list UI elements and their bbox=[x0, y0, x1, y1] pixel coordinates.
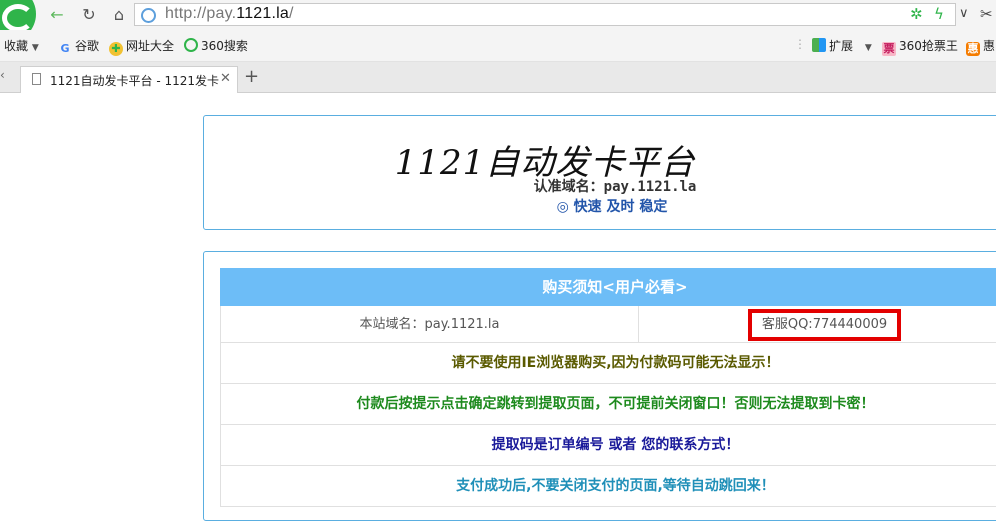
slogan: ◎ 快速 及时 稳定 bbox=[556, 199, 668, 215]
bookmark-google[interactable]: G 谷歌 bbox=[58, 37, 99, 56]
bookmark-nav-site[interactable]: ✚ 网址大全 bbox=[109, 37, 174, 56]
address-bar-row: ← ↻ ⌂ http://pay.1121.la/ ✲ ϟ ∨ ✂ bbox=[0, 0, 996, 42]
tab-bar: ‹ 1121自动发卡平台 - 1121发卡 ✕ bbox=[0, 62, 996, 93]
url-input[interactable]: http://pay.1121.la/ bbox=[134, 3, 956, 26]
verified-domain: 认准域名：pay.1121.la bbox=[533, 179, 697, 195]
tab-title: 1121自动发卡平台 - 1121发卡 bbox=[50, 74, 220, 88]
notice-line-redirect: 付款后按提示点击确定跳转到提取页面，不可提前关闭窗口！否则无法提取到卡密！ bbox=[220, 384, 996, 425]
document-icon bbox=[32, 73, 41, 85]
globe-icon bbox=[141, 8, 156, 23]
service-qq-text: 客服QQ:774440009 bbox=[761, 317, 888, 332]
chevron-down-icon[interactable]: ∨ bbox=[959, 4, 969, 24]
extensions-button[interactable]: 扩展 ▼ bbox=[812, 37, 872, 54]
bookmark-360-search[interactable]: 360搜索 bbox=[184, 37, 248, 54]
close-icon[interactable]: ✕ bbox=[220, 71, 231, 86]
hui-icon: 惠 bbox=[966, 42, 980, 56]
tab-scroll-left-icon[interactable]: ‹ bbox=[0, 68, 5, 82]
lightning-icon[interactable]: ϟ bbox=[934, 4, 944, 24]
notice-line-ie-warning: 请不要使用IE浏览器购买,因为付款码可能无法显示！ bbox=[220, 343, 996, 384]
site-domain-cell: 本站域名：pay.1121.la bbox=[220, 306, 638, 343]
extensions-icon bbox=[812, 38, 826, 52]
tab-active[interactable]: 1121自动发卡平台 - 1121发卡 ✕ bbox=[20, 66, 238, 93]
service-qq-cell: 客服QQ:774440009 bbox=[638, 306, 996, 343]
site-domain-text: 本站域名：pay.1121.la bbox=[359, 317, 500, 332]
cut-icon[interactable]: ✂ bbox=[980, 4, 993, 24]
service-qq-highlight: 客服QQ:774440009 bbox=[747, 309, 902, 341]
bookmark-favorites[interactable]: 收藏 ▼ bbox=[4, 37, 39, 54]
notice-line-pickup-code: 提取码是订单编号 或者 您的联系方式！ bbox=[220, 425, 996, 466]
search360-icon bbox=[184, 38, 198, 52]
compass-icon: ✚ bbox=[109, 42, 123, 56]
chevron-down-icon: ▼ bbox=[31, 43, 39, 53]
ticket-icon: 票 bbox=[882, 42, 896, 56]
google-icon: G bbox=[60, 42, 70, 55]
notice-heading: 购买须知<用户必看> bbox=[220, 268, 996, 306]
home-icon[interactable]: ⌂ bbox=[108, 4, 130, 26]
back-arrow-icon[interactable]: ← bbox=[46, 4, 68, 26]
bookmarks-bar: 收藏 ▼ G 谷歌 ✚ 网址大全 360搜索 ⋮ 扩展 ▼ 票 360抢票王 惠惠 bbox=[0, 30, 996, 62]
notice-line-wait-return: 支付成功后,不要关闭支付的页面,等待自动跳回来！ bbox=[220, 466, 996, 507]
bookmark-hui[interactable]: 惠惠 bbox=[966, 37, 995, 56]
divider-dots: ⋮ bbox=[794, 37, 806, 51]
new-tab-button[interactable]: + bbox=[244, 66, 259, 87]
chevron-down-icon: ▼ bbox=[864, 43, 872, 53]
refresh-icon[interactable]: ↻ bbox=[78, 4, 100, 26]
url-text: http://pay.1121.la/ bbox=[165, 5, 294, 22]
bookmark-ticket[interactable]: 票 360抢票王 bbox=[882, 37, 958, 56]
speed-icon[interactable]: ✲ bbox=[910, 4, 923, 24]
